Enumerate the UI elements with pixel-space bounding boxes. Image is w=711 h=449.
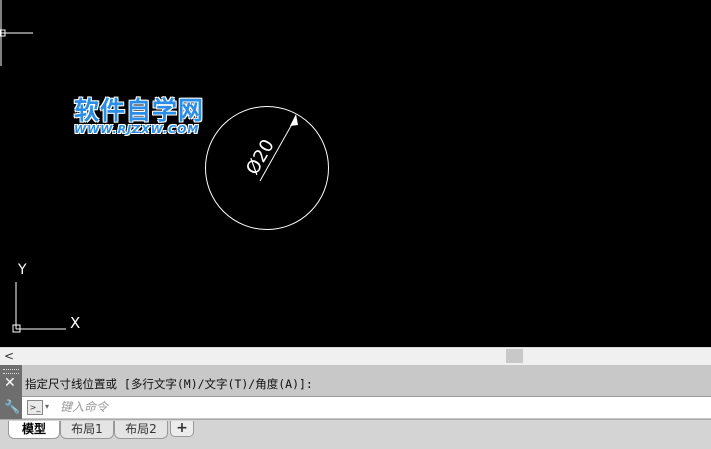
tab-layout2[interactable]: 布局2 [114,421,168,439]
horizontal-scrollbar[interactable]: < [0,347,711,365]
scroll-left-icon[interactable]: < [4,348,14,364]
scrollbar-thumb[interactable] [506,349,523,363]
watermark: 软件自学网 WWW.RJZXW.COM [74,96,224,137]
tab-model[interactable]: 模型 [8,421,60,439]
command-input-row: >_ ▾ [22,396,711,418]
ucs-x-label: X [70,314,80,332]
command-line-window: ✕ 🔧 指定尺寸线位置或 [多行文字(M)/文字(T)/角度(A)]: >_ ▾ [0,365,711,419]
command-line-sidebar: ✕ 🔧 [0,365,22,419]
drawing-canvas[interactable]: Ø20 Y X 软件自学网 WWW.RJZXW.COM [0,0,711,347]
watermark-title: 软件自学网 [74,96,205,125]
tab-layout1[interactable]: 布局1 [60,421,114,439]
chevron-down-icon[interactable]: ▾ [45,400,49,413]
wrench-icon[interactable]: 🔧 [4,401,20,415]
ucs-y-label: Y [17,262,27,278]
add-layout-button[interactable]: + [170,421,194,437]
command-history-line: 指定尺寸线位置或 [多行文字(M)/文字(T)/角度(A)]: [25,377,313,391]
dimension-arrowhead [290,114,298,126]
close-icon[interactable]: ✕ [4,376,16,390]
command-input[interactable] [58,398,702,416]
command-prompt-icon[interactable]: >_ [27,400,43,415]
drag-grip-icon[interactable] [3,369,19,374]
layout-tab-bar: 模型 布局1 布局2 + [0,419,711,449]
drawing-svg: Ø20 Y X [0,0,329,333]
